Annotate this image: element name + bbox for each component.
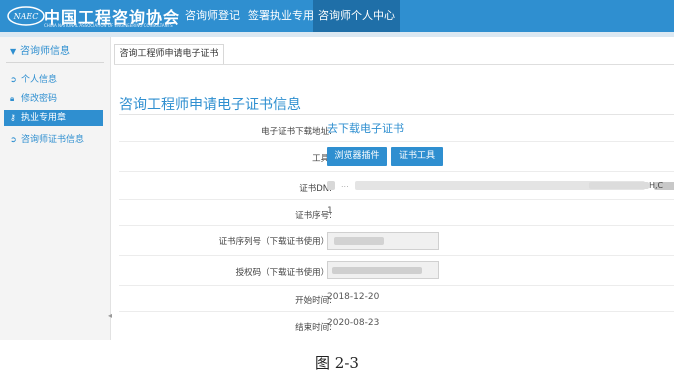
dn-fragment-tail: H,C bbox=[649, 181, 664, 190]
sidebar-item-label: 执业专用章 bbox=[21, 113, 67, 123]
chevron-down-icon: ▼ bbox=[10, 47, 17, 56]
title-divider bbox=[119, 114, 674, 115]
sidebar-section-header[interactable]: ▼ 咨询师信息 bbox=[6, 43, 104, 63]
sidebar-item-change-password[interactable]: 🔒︎ 修改密码 bbox=[10, 91, 104, 107]
app-window: NAEC 中国工程咨询协会 CHINA NATIONAL ASSOCIATION… bbox=[0, 0, 674, 340]
sidebar-item-personal-info[interactable]: ➲ 个人信息 bbox=[10, 72, 104, 88]
certificate-tool-button[interactable]: 证书工具 bbox=[391, 147, 443, 166]
sidebar: ▼ 咨询师信息 ➲ 个人信息 🔒︎ 修改密码 ⚷ 执业专用章 ➲ 咨询师证书信息 ◂ bbox=[0, 37, 113, 340]
row-auth-code: 授权码（下载证书使用）: bbox=[119, 256, 674, 286]
page-title: 咨询工程师申请电子证书信息 bbox=[119, 97, 301, 113]
end-time-value: 2020-08-23 bbox=[327, 318, 380, 328]
serial-field[interactable] bbox=[327, 232, 439, 250]
auth-code-field[interactable] bbox=[327, 261, 439, 279]
row-start-time: 开始时间: 2018-12-20 bbox=[119, 286, 674, 312]
tab-underline bbox=[114, 64, 674, 65]
tab-apply-certificate[interactable]: 咨询工程师申请电子证书 bbox=[114, 44, 224, 64]
row-end-time: 结束时间: 2020-08-23 bbox=[119, 312, 674, 340]
redacted-block bbox=[589, 182, 649, 189]
redacted-block bbox=[332, 267, 422, 274]
row-certificate-seq: 证书序号: 1 bbox=[119, 200, 674, 226]
sidebar-item-label: 个人信息 bbox=[21, 75, 58, 85]
auth-label: 授权码（下载证书使用）: bbox=[235, 268, 332, 278]
logo-text: NAEC bbox=[13, 12, 39, 21]
top-navigation-bar: NAEC 中国工程咨询协会 CHINA NATIONAL ASSOCIATION… bbox=[0, 0, 674, 32]
naec-logo: NAEC bbox=[7, 6, 45, 26]
download-certificate-link[interactable]: 去下载电子证书 bbox=[327, 120, 404, 136]
sidebar-collapse-handle[interactable]: ◂ bbox=[108, 309, 113, 323]
nav-personal-center[interactable]: 咨询师个人中心 bbox=[313, 0, 400, 32]
redacted-block bbox=[327, 181, 335, 190]
start-time-value: 2018-12-20 bbox=[327, 292, 380, 302]
redacted-block bbox=[334, 237, 384, 245]
nav-consultant-registration[interactable]: 咨询师登记 bbox=[180, 0, 245, 32]
sidebar-item-label: 咨询师证书信息 bbox=[21, 135, 85, 145]
circle-arrow-icon: ➲ bbox=[10, 75, 17, 84]
sidebar-section-title: 咨询师信息 bbox=[20, 46, 70, 57]
key-icon: ⚷ bbox=[10, 113, 16, 122]
dn-fragment: ... bbox=[341, 180, 349, 189]
lock-icon: 🔒︎ bbox=[10, 94, 15, 103]
row-certificate-dn: 证书DN: ... H,C bbox=[119, 172, 674, 200]
org-name-en: CHINA NATIONAL ASSOCIATION OF ENGINEERIN… bbox=[44, 23, 173, 28]
browser-plugin-button[interactable]: 浏览器插件 bbox=[327, 147, 387, 166]
sidebar-item-label: 修改密码 bbox=[21, 94, 58, 104]
serial-label: 证书序列号（下载证书使用）: bbox=[218, 237, 332, 247]
figure-caption: 图 2-3 bbox=[315, 354, 359, 372]
download-label: 电子证书下载地址: bbox=[261, 127, 332, 137]
row-tools: 工具: 浏览器插件 证书工具 bbox=[119, 142, 674, 172]
row-download: 电子证书下载地址: 去下载电子证书 bbox=[119, 118, 674, 142]
sidebar-item-certificate-info[interactable]: ➲ 咨询师证书信息 bbox=[10, 132, 104, 148]
circle-arrow-icon: ➲ bbox=[10, 135, 17, 144]
row-certificate-serial: 证书序列号（下载证书使用）: bbox=[119, 226, 674, 256]
sidebar-item-practice-seal[interactable]: ⚷ 执业专用章 bbox=[4, 110, 103, 126]
seq-value: 1 bbox=[327, 206, 333, 216]
